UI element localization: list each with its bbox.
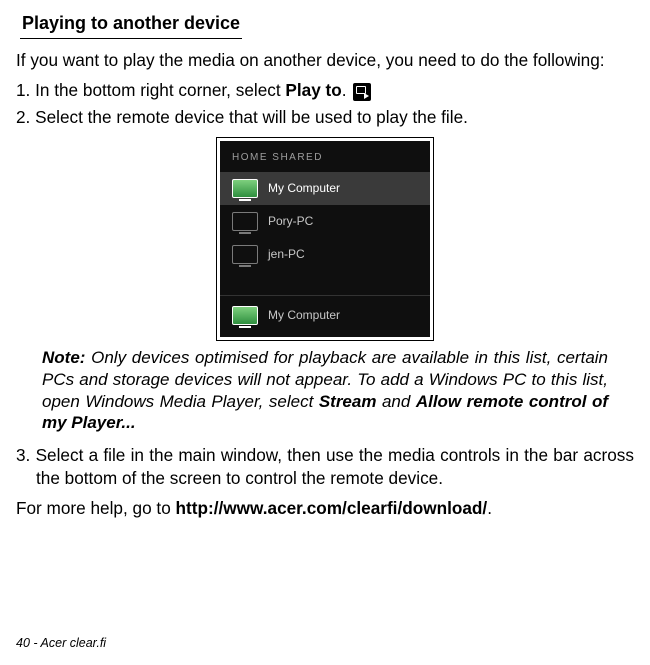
device-row[interactable]: jen-PC	[220, 238, 430, 271]
device-label: Pory-PC	[268, 214, 313, 230]
monitor-icon	[232, 306, 258, 325]
device-row-selected[interactable]: My Computer	[220, 172, 430, 205]
step-3: 3. Select a file in the main window, the…	[16, 444, 634, 489]
monitor-icon	[232, 212, 258, 231]
device-label: jen-PC	[268, 247, 305, 263]
help-line: For more help, go to http://www.acer.com…	[16, 497, 634, 520]
device-label: My Computer	[268, 181, 340, 197]
page-footer: 40 - Acer clear.fi	[16, 635, 106, 652]
step-1-bold: Play to	[285, 80, 341, 100]
device-list-figure: HOME SHARED My Computer Pory-PC jen-PC M…	[16, 137, 634, 341]
note-stream: Stream	[319, 392, 377, 411]
intro-paragraph: If you want to play the media on another…	[16, 49, 634, 72]
step-2: 2. Select the remote device that will be…	[16, 106, 634, 129]
device-panel-border: HOME SHARED My Computer Pory-PC jen-PC M…	[216, 137, 434, 341]
step-1: 1. In the bottom right corner, select Pl…	[16, 79, 634, 102]
device-panel: HOME SHARED My Computer Pory-PC jen-PC M…	[220, 141, 430, 337]
note-label: Note:	[42, 348, 85, 367]
play-to-icon	[353, 83, 371, 101]
panel-header: HOME SHARED	[220, 141, 430, 172]
device-row[interactable]: Pory-PC	[220, 205, 430, 238]
monitor-icon	[232, 179, 258, 198]
note-paragraph: Note: Only devices optimised for playbac…	[42, 347, 608, 434]
device-label: My Computer	[268, 308, 340, 324]
note-mid: and	[376, 392, 415, 411]
current-device-row[interactable]: My Computer	[220, 295, 430, 337]
monitor-icon	[232, 245, 258, 264]
step-1-post: .	[342, 80, 352, 100]
help-url: http://www.acer.com/clearfi/download/	[176, 498, 488, 518]
help-pre: For more help, go to	[16, 498, 176, 518]
step-1-pre: 1. In the bottom right corner, select	[16, 80, 285, 100]
help-post: .	[487, 498, 492, 518]
section-title: Playing to another device	[20, 12, 242, 39]
